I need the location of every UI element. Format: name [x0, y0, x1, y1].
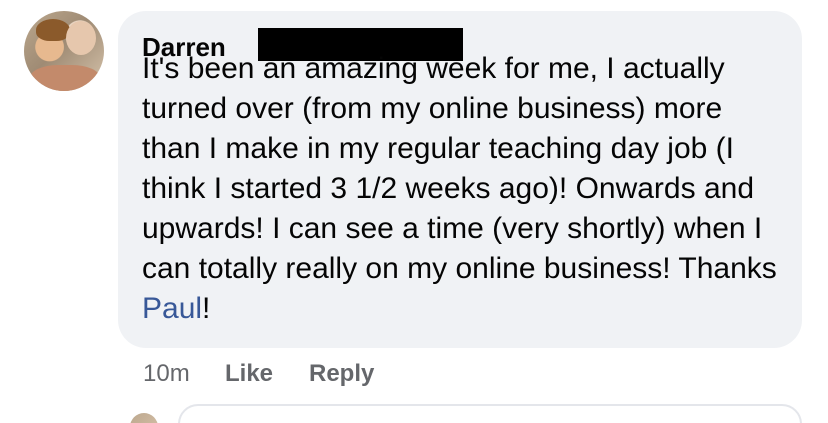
- reply-input[interactable]: [178, 404, 802, 423]
- reply-button[interactable]: Reply: [309, 360, 374, 388]
- avatar-shirt-shape: [30, 65, 100, 91]
- avatar-hair-shape: [36, 19, 70, 41]
- reply-user-avatar: [130, 413, 158, 423]
- comment-body: It's been an amazing week for me, I actu…: [142, 49, 782, 329]
- comment-timestamp[interactable]: 10m: [143, 360, 190, 388]
- like-button[interactable]: Like: [225, 360, 273, 388]
- comment-thread: Darren It's been an amazing week for me,…: [0, 0, 828, 423]
- avatar-second-face-shape: [66, 21, 96, 55]
- comment-text-before-mention: It's been an amazing week for me, I actu…: [142, 52, 777, 285]
- commenter-avatar[interactable]: [24, 11, 104, 91]
- comment-text-after-mention: !: [202, 292, 211, 325]
- mention-link-paul[interactable]: Paul: [142, 292, 202, 325]
